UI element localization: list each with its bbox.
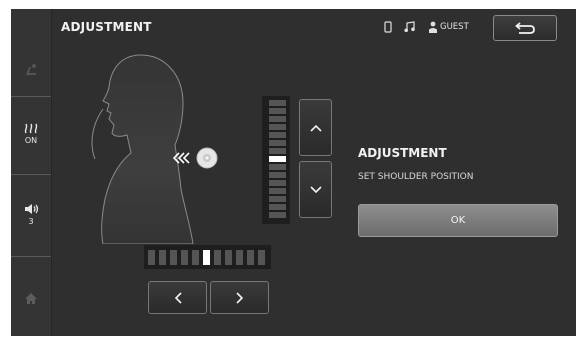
back-arrow-icon (515, 22, 535, 34)
ok-button[interactable]: OK (358, 204, 558, 237)
panel-subtitle: SET SHOULDER POSITION (358, 172, 474, 182)
vertical-segment (269, 188, 286, 194)
sidebar-item-heat[interactable]: ON (11, 113, 51, 153)
sidebar-item-volume[interactable]: 3 (11, 193, 51, 235)
horizontal-segment (214, 250, 221, 265)
phone-icon (384, 21, 392, 33)
horizontal-segment (148, 250, 155, 265)
sidebar-item-home[interactable] (11, 287, 51, 309)
vertical-segment (269, 148, 286, 154)
volume-level-label: 3 (28, 216, 34, 226)
horizontal-segment (258, 250, 265, 265)
horizontal-segment (192, 250, 199, 265)
seat-recline-icon (26, 64, 36, 75)
horizontal-segment (247, 250, 254, 265)
page-title: ADJUSTMENT (61, 20, 152, 34)
back-button[interactable] (493, 15, 557, 41)
sidebar-item-recline[interactable] (11, 49, 51, 91)
sidebar: ON 3 (11, 9, 52, 336)
horizontal-position-scale (144, 245, 271, 269)
move-right-button[interactable] (210, 281, 269, 314)
move-down-button[interactable] (299, 161, 332, 218)
music-note-icon (404, 21, 415, 33)
vertical-segment (269, 100, 286, 106)
shoulder-roller-indicator (172, 147, 218, 169)
speaker-icon (24, 203, 38, 214)
home-icon (25, 292, 37, 304)
user-name: GUEST (440, 22, 469, 32)
sidebar-divider (11, 96, 51, 97)
vertical-segment (269, 196, 286, 202)
horizontal-segment (170, 250, 177, 265)
user-status: GUEST (429, 21, 469, 33)
horizontal-segment (225, 250, 232, 265)
horizontal-segment-selected (203, 250, 210, 265)
vertical-segment (269, 124, 286, 130)
chevron-up-icon (309, 124, 322, 132)
heat-status-label: ON (24, 135, 38, 145)
sidebar-divider (11, 256, 51, 257)
chevron-down-icon (309, 185, 322, 193)
vertical-segment (269, 140, 286, 146)
horizontal-segment (236, 250, 243, 265)
vertical-segment (269, 204, 286, 210)
vertical-segment-selected (269, 156, 286, 162)
vertical-segment (269, 172, 286, 178)
heat-wave-icon (24, 123, 38, 133)
chevron-left-icon (174, 291, 182, 304)
horizontal-segment (181, 250, 188, 265)
vertical-segment (269, 212, 286, 218)
phone-status (384, 21, 392, 33)
vertical-segment (269, 180, 286, 186)
vertical-segment (269, 132, 286, 138)
horizontal-segment (159, 250, 166, 265)
massage-chair-screen: ON 3 ADJUSTMENT GUEST ADJUSTMENT SET SHO… (11, 9, 576, 336)
vertical-position-scale (262, 96, 290, 224)
vertical-segment (269, 108, 286, 114)
chevron-right-icon (235, 291, 243, 304)
move-up-button[interactable] (299, 99, 332, 156)
music-status (404, 21, 415, 33)
move-left-button[interactable] (148, 281, 207, 314)
panel-title: ADJUSTMENT (358, 146, 447, 160)
sidebar-divider (11, 174, 51, 175)
user-icon (429, 21, 437, 33)
vertical-segment (269, 164, 286, 170)
vertical-segment (269, 116, 286, 122)
